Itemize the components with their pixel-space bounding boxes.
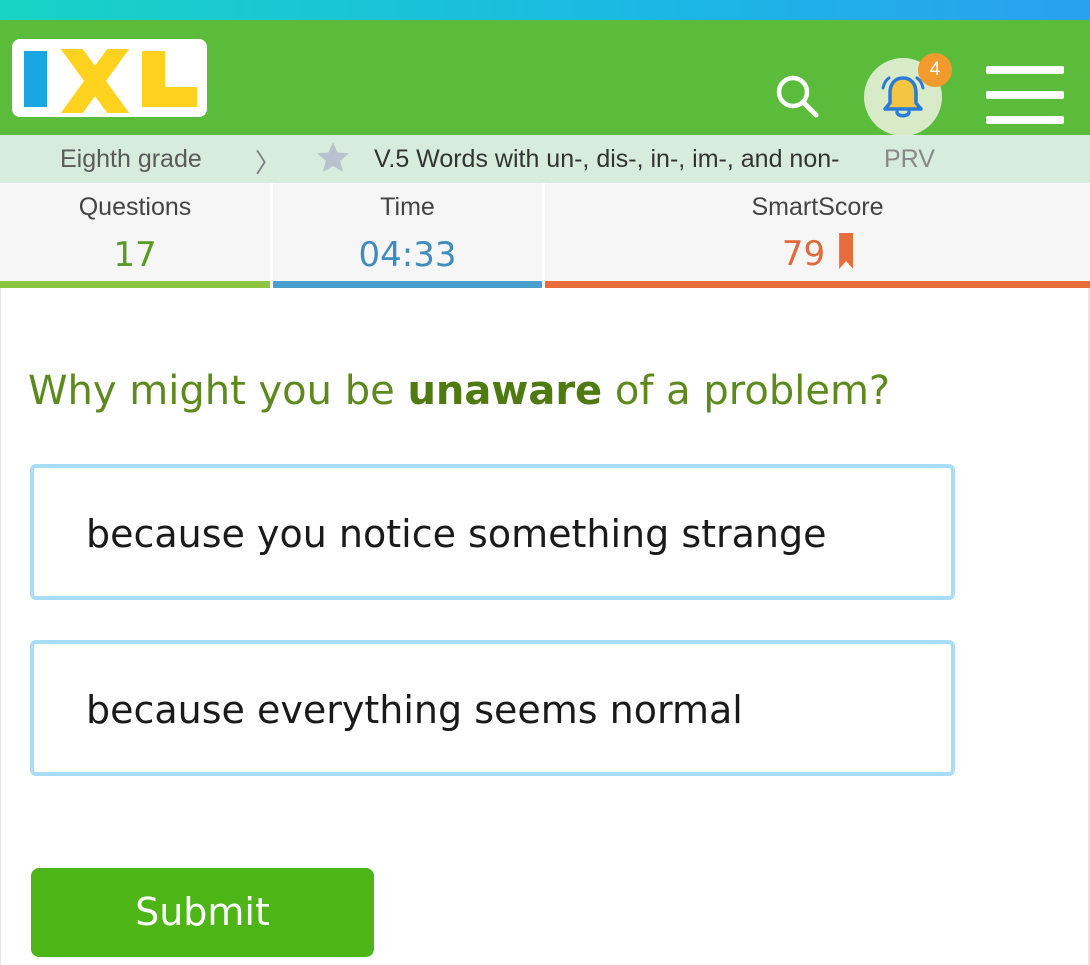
hamburger-menu-button[interactable] [986,66,1066,128]
smartscore-stat: SmartScore 79 [545,183,1090,288]
breadcrumb-grade-link[interactable]: Eighth grade [60,145,202,174]
top-accent-stripe [0,0,1090,20]
question-prompt: Why might you be unaware of a problem? [28,368,891,414]
breadcrumb-skill-title: V.5 Words with un-, dis-, in-, im-, and … [374,145,840,173]
app-header: 4 [0,20,1090,136]
questions-stat: Questions 17 [0,183,270,288]
questions-value: 17 [113,235,157,275]
answer-option-2[interactable]: because everything seems normal [30,640,955,776]
submit-button[interactable]: Submit [31,868,374,957]
search-button[interactable] [772,72,822,122]
progress-stats: Questions 17 Time 04:33 SmartScore 79 [0,183,1090,288]
bell-icon [881,76,925,118]
question-keyword: unaware [407,368,603,414]
smartscore-label: SmartScore [751,193,884,221]
breadcrumb: Eighth grade 〉 V.5 Words with un-, dis-,… [0,135,1090,183]
time-accent-bar [273,281,542,288]
answer-option-1[interactable]: because you notice something strange [30,464,955,600]
answer-option-label: because everything seems normal [86,688,743,732]
smartscore-value: 79 [781,234,826,274]
bookmark-ribbon-icon [839,233,854,269]
breadcrumb-skill-code: PRV [884,145,935,173]
questions-accent-bar [0,281,270,288]
notification-count-badge: 4 [918,53,952,87]
answer-option-label: because you notice something strange [86,512,827,556]
search-icon [776,75,819,118]
questions-label: Questions [78,193,192,221]
smartscore-accent-bar [545,281,1090,288]
chevron-right-icon: 〉 [255,148,282,178]
time-value: 04:33 [358,235,457,275]
ixl-logo[interactable] [12,39,207,117]
time-stat: Time 04:33 [273,183,542,288]
hamburger-menu-icon [986,66,1064,74]
time-label: Time [380,193,435,221]
star-icon[interactable] [316,141,350,180]
